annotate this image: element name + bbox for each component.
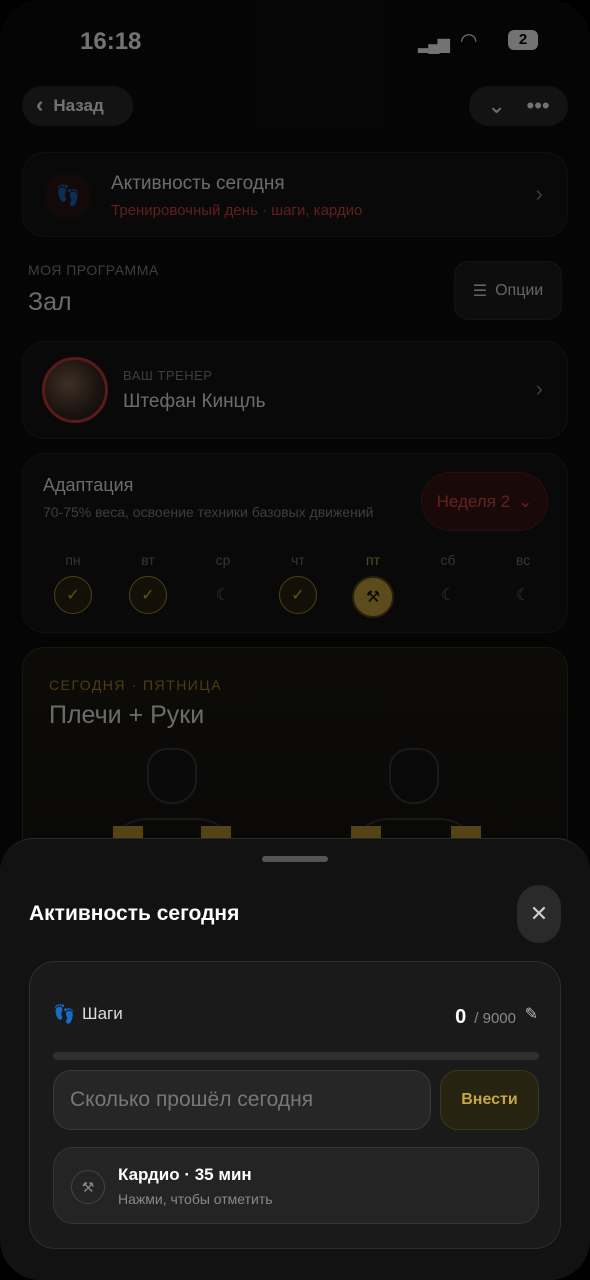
weekday-label: пн <box>65 552 81 568</box>
activity-subtitle: Тренировочный день · шаги, кардио <box>111 202 363 219</box>
status-bar: 16:18 ▂▄▆ ◠ 2 <box>0 24 590 58</box>
cardio-subtitle: Нажми, чтобы отметить <box>118 1191 273 1207</box>
top-actions: ⌄ ••• <box>469 86 568 126</box>
weekday-6[interactable]: вс ☾ <box>493 552 553 618</box>
moon-icon: ☾ <box>215 587 231 604</box>
weekday-4[interactable]: пт ⚒ <box>343 552 403 618</box>
submit-steps-button[interactable]: Внести <box>440 1070 539 1130</box>
today-label: СЕГОДНЯ · ПЯТНИЦА <box>49 677 223 693</box>
status-time: 16:18 <box>80 28 142 55</box>
signal-icon: ▂▄▆ <box>418 36 450 53</box>
trainer-card[interactable]: ВАШ ТРЕНЕР Штефан Кинцль › <box>22 341 568 439</box>
back-label: Назад <box>53 96 104 115</box>
weekday-label: чт <box>291 552 305 568</box>
week-label: Неделя 2 <box>436 491 511 511</box>
activity-panel: 👣 Шаги 0 / 9000 ✎ Внести ⚒ Кардио · 35 м… <box>29 961 561 1249</box>
weekday-label: вт <box>141 552 155 568</box>
battery-icon: 2 <box>508 30 538 50</box>
pencil-icon[interactable]: ✎ <box>525 1004 538 1024</box>
steps-progress-bar <box>53 1052 539 1060</box>
dumbbell-icon: ⚒ <box>352 576 394 618</box>
sheet-title: Активность сегодня <box>29 902 240 925</box>
options-label: Опции <box>495 281 544 299</box>
program-name: Зал <box>28 288 72 316</box>
steps-value: 0 <box>455 1006 467 1028</box>
wifi-icon: ◠ <box>460 30 478 52</box>
activity-card[interactable]: 👣 Активность сегодня Тренировочный день … <box>22 152 568 237</box>
weekday-label: ср <box>215 552 231 568</box>
weekday-3[interactable]: чт ✓ <box>268 552 328 618</box>
week-days: пн ✓ вт ✓ ср ☾ чт ✓ пт ⚒ сб ☾ вс ☾ <box>43 552 553 618</box>
sheet-handle[interactable] <box>262 856 328 862</box>
chevron-right-icon: › <box>535 376 543 401</box>
weekday-1[interactable]: вт ✓ <box>118 552 178 618</box>
close-button[interactable]: ✕ <box>517 885 561 943</box>
phase-card: Адаптация 70-75% веса, освоение техники … <box>22 453 568 633</box>
program-label: МОЯ ПРОГРАММА <box>28 262 159 278</box>
more-icon[interactable]: ••• <box>527 95 550 117</box>
cardio-title: Кардио · 35 мин <box>118 1165 252 1184</box>
weekday-label: пт <box>366 552 380 568</box>
check-icon: ✓ <box>279 576 317 614</box>
today-title: Плечи + Руки <box>49 701 205 729</box>
steps-label: Шаги <box>82 1004 123 1023</box>
trainer-name: Штефан Кинцль <box>123 391 266 412</box>
trainer-avatar <box>42 357 108 423</box>
footsteps-icon: 👣 <box>45 173 91 219</box>
check-icon: ✓ <box>54 576 92 614</box>
options-button[interactable]: ☰ Опции <box>454 261 562 320</box>
weekday-2[interactable]: ср ☾ <box>193 552 253 618</box>
steps-input[interactable] <box>53 1070 431 1130</box>
phase-description: 70-75% веса, освоение техники базовых дв… <box>43 504 374 520</box>
weekday-label: сб <box>440 552 456 568</box>
chevron-down-icon[interactable]: ⌄ <box>487 95 505 117</box>
activity-title: Активность сегодня <box>111 173 285 194</box>
week-selector[interactable]: Неделя 2 ⌄ <box>421 472 548 531</box>
weekday-label: вс <box>515 552 531 568</box>
steps-goal: / 9000 <box>474 1010 516 1027</box>
steps-counter: 0 / 9000 <box>455 1006 516 1029</box>
activity-sheet: Активность сегодня ✕ 👣 Шаги 0 / 9000 ✎ В… <box>0 838 590 1280</box>
footsteps-icon: 👣 <box>53 1004 76 1024</box>
trainer-label: ВАШ ТРЕНЕР <box>123 368 213 383</box>
chevron-right-icon: › <box>535 181 543 206</box>
moon-icon: ☾ <box>515 587 531 604</box>
cardio-item[interactable]: ⚒ Кардио · 35 мин Нажми, чтобы отметить <box>53 1147 539 1224</box>
sliders-icon: ☰ <box>472 282 488 300</box>
moon-icon: ☾ <box>440 587 456 604</box>
weekday-0[interactable]: пн ✓ <box>43 552 103 618</box>
dumbbell-icon: ⚒ <box>71 1170 105 1204</box>
chevron-down-icon: ⌄ <box>518 491 533 511</box>
phase-title: Адаптация <box>43 475 134 495</box>
back-button[interactable]: ‹ Назад <box>22 86 133 126</box>
close-icon: ✕ <box>529 901 549 926</box>
weekday-5[interactable]: сб ☾ <box>418 552 478 618</box>
chevron-left-icon: ‹ <box>36 91 44 117</box>
check-icon: ✓ <box>129 576 167 614</box>
app-screen: 16:18 ▂▄▆ ◠ 2 ‹ Назад ⌄ ••• 👣 Активность… <box>0 0 590 1280</box>
